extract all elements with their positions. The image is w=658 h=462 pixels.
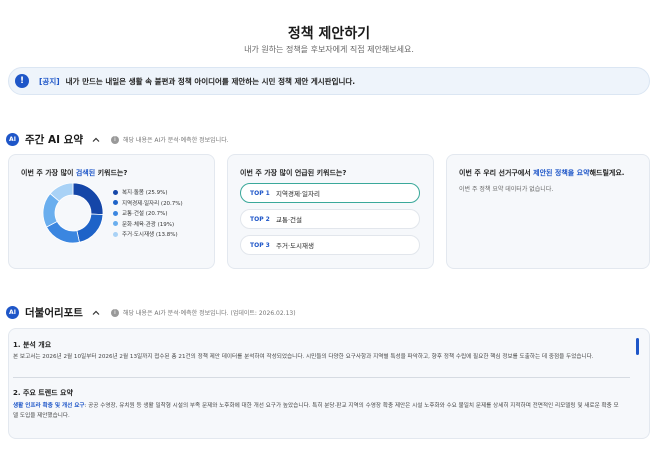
report-scrollbar[interactable] xyxy=(636,338,639,355)
legend-item: 주거·도시재생 (13.8%) xyxy=(113,229,183,240)
search-card-title: 이번 주 가장 많이 검색된 키워드는? xyxy=(21,169,128,177)
legend-label: 교통·건설 (20.7%) xyxy=(122,211,168,218)
info-icon: i xyxy=(110,308,119,317)
report-panel[interactable] xyxy=(8,328,650,439)
page-subtitle: 내가 원하는 정책을 후보자에게 직접 제안해보세요. xyxy=(244,45,414,54)
alert-icon: ! xyxy=(15,74,29,88)
legend-swatch xyxy=(113,210,118,216)
notice-tag: [공지] xyxy=(39,76,60,86)
report-section1-title: 1. 분석 개요 xyxy=(13,341,52,349)
legend-item: 교통·건설 (20.7%) xyxy=(113,208,183,219)
donut-slice xyxy=(72,182,104,216)
legend-item: 복지·돌봄 (25.9%) xyxy=(113,187,183,198)
keyword-label: 지역경제·일자리 xyxy=(276,190,320,198)
legend-label: 지역경제·일자리 (20.7%) xyxy=(122,200,183,207)
legend-swatch xyxy=(113,200,118,206)
report-section2-body: 생활 인프라 확충 및 개선 요구: 공공 수영장, 유치원 등 생활 밀착형 … xyxy=(13,403,619,419)
keyword-top2[interactable]: TOP 2 교통·건설 xyxy=(240,209,420,229)
weekly-ai-header: AI 주간 AI 요약 i 해당 내용은 AI가 분석·예측한 정보입니다. xyxy=(6,132,229,147)
legend-swatch xyxy=(113,231,118,237)
search-keywords-card: 이번 주 가장 많이 검색된 키워드는? xyxy=(8,154,215,269)
legend-item: 지역경제·일자리 (20.7%) xyxy=(113,198,183,209)
info-icon: i xyxy=(110,135,119,144)
donut-legend: 복지·돌봄 (25.9%) 지역경제·일자리 (20.7%) 교통·건설 (20.7… xyxy=(113,187,183,240)
ai-icon: AI xyxy=(6,133,19,146)
keyword-top3[interactable]: TOP 3 주거·도시재생 xyxy=(240,235,420,255)
page-title: 정책 제안하기 xyxy=(287,26,371,42)
district-card-title: 이번 주 우리 선거구에서 제안된 정책을 요약해드릴게요. xyxy=(459,169,625,177)
keyword-top1[interactable]: TOP 1 지역경제·일자리 xyxy=(240,183,420,203)
ai-icon: AI xyxy=(6,306,19,319)
keyword-label: 교통·건설 xyxy=(276,216,302,224)
donut-slice xyxy=(76,213,104,243)
legend-label: 주거·도시재생 (13.8%) xyxy=(122,232,178,239)
keyword-label: 주거·도시재생 xyxy=(276,242,314,250)
report-info: 해당 내용은 AI가 분석·예측한 정보입니다. (업데이트: 2026.02.… xyxy=(122,310,296,317)
chevron-up-icon[interactable] xyxy=(91,135,101,145)
weekly-ai-info: 해당 내용은 AI가 분석·예측한 정보입니다. xyxy=(122,137,229,144)
notice-banner: ! [공지] 내가 만드는 내일은 생활 속 불편과 정책 아이디어를 제안하는… xyxy=(8,67,650,95)
keyword-rank: TOP 1 xyxy=(250,189,270,197)
report-title: 더불어리포트 xyxy=(25,307,83,319)
chevron-up-icon[interactable] xyxy=(91,308,101,318)
report-section2-title: 2. 주요 트렌드 요약 xyxy=(13,389,73,397)
report-divider xyxy=(13,377,630,378)
keyword-rank: TOP 2 xyxy=(250,215,270,223)
legend-label: 문화·체육·관광 (19%) xyxy=(122,221,175,228)
mentioned-card-title: 이번 주 가장 많이 언급된 키워드는? xyxy=(240,169,347,177)
district-empty-text: 이번 주 정책 요약 데이터가 없습니다. xyxy=(459,186,554,193)
notice-text: 내가 만드는 내일은 생활 속 불편과 정책 아이디어를 제안하는 시민 정책 … xyxy=(65,76,356,86)
legend-swatch xyxy=(113,221,118,227)
legend-swatch xyxy=(113,189,118,195)
keyword-donut-chart xyxy=(42,182,104,244)
legend-item: 문화·체육·관광 (19%) xyxy=(113,219,183,230)
keyword-rank: TOP 3 xyxy=(250,241,270,249)
weekly-ai-title: 주간 AI 요약 xyxy=(25,134,83,146)
district-summary-card: 이번 주 우리 선거구에서 제안된 정책을 요약해드릴게요. xyxy=(446,154,650,269)
report-header: AI 더불어리포트 i 해당 내용은 AI가 분석·예측한 정보입니다. (업데… xyxy=(6,305,296,320)
report-section1-body: 본 보고서는 2026년 2월 10일부터 2026년 2월 13일까지 접수된… xyxy=(13,354,594,360)
legend-label: 복지·돌봄 (25.9%) xyxy=(122,190,168,197)
